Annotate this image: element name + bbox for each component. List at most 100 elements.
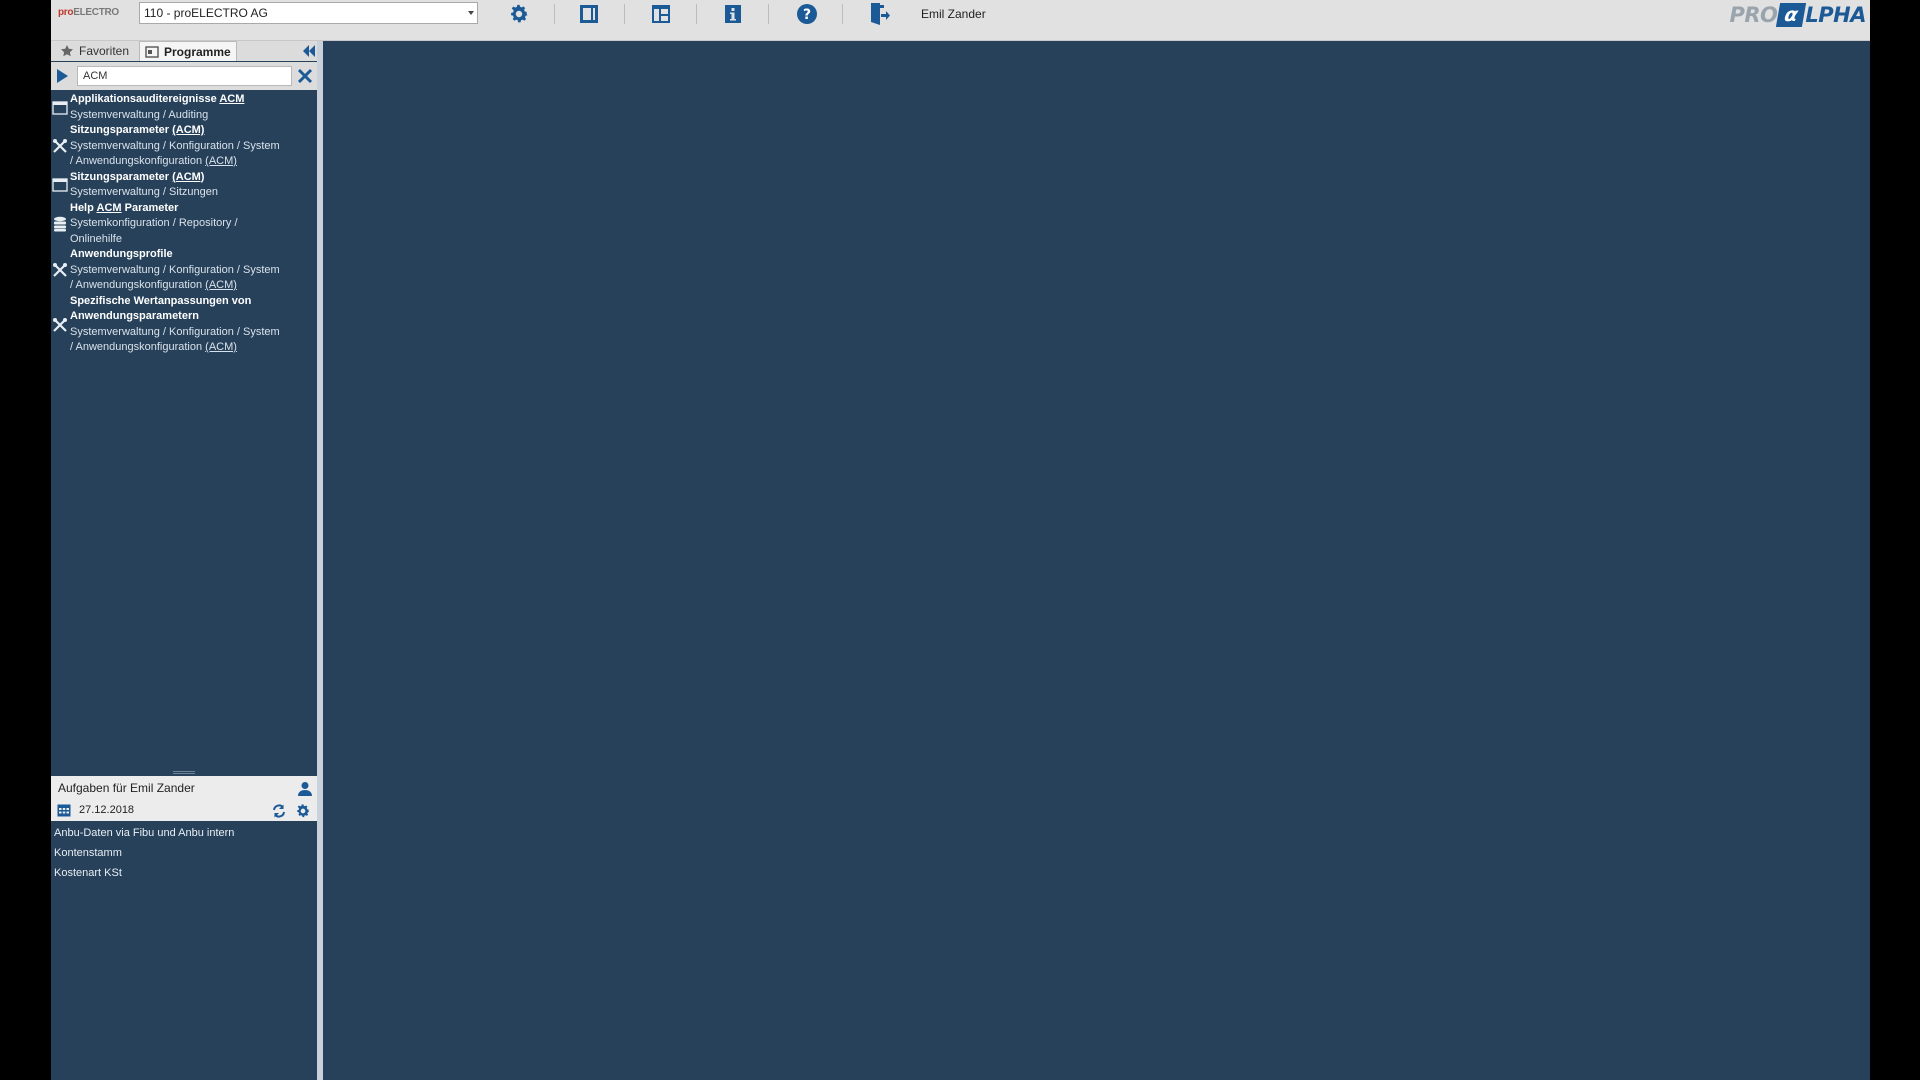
clear-search-button[interactable]	[297, 68, 313, 84]
window-icon	[52, 100, 68, 116]
splitter-handle[interactable]	[173, 771, 195, 774]
result-path: Systemverwaltung / Auditing	[70, 108, 311, 124]
result-path: / Anwendungskonfiguration (ACM)	[70, 340, 311, 356]
search-result-item[interactable]: Sitzungsparameter (ACM) Systemverwaltung …	[51, 170, 317, 201]
result-path: Systemverwaltung / Sitzungen	[70, 185, 311, 201]
result-title: Sitzungsparameter (ACM)	[70, 170, 311, 186]
toolbar-separator	[696, 4, 697, 24]
tasks-settings-button[interactable]	[295, 803, 311, 819]
search-match-highlight: ACM	[96, 201, 122, 214]
navigation-panel: Favoriten Programme ACM Applikationsaudi…	[51, 41, 317, 1080]
tab-label: Favoriten	[79, 44, 130, 58]
calendar-glyph-icon	[57, 804, 71, 817]
layout-icon	[652, 5, 670, 23]
result-path: / Anwendungskonfiguration (ACM)	[70, 278, 311, 294]
result-text: Systemverwaltung / Auditing	[70, 108, 209, 121]
tasks-panel: Aufgaben für Emil Zander 27.12.2018 Anbu…	[51, 776, 317, 1080]
tab-label: Programme	[164, 44, 231, 59]
result-text: Systemverwaltung / Konfiguration / Syste…	[70, 139, 280, 152]
user-name: Emil Zander	[921, 7, 986, 21]
play-icon	[57, 69, 68, 83]
close-icon	[297, 68, 313, 84]
user-icon[interactable]	[297, 781, 313, 797]
brand-logo: PRO α LPHA	[1729, 3, 1866, 27]
toolbar-separator	[554, 4, 555, 24]
tab-programme[interactable]: Programme	[139, 41, 237, 61]
double-chevron-left-icon	[303, 45, 315, 57]
nav-tabs: Favoriten Programme	[51, 41, 317, 61]
calendar-icon[interactable]	[57, 803, 71, 817]
result-text: / Anwendungskonfiguration	[70, 279, 206, 291]
result-text: / Anwendungskonfiguration	[70, 155, 206, 167]
programs-icon	[145, 45, 159, 58]
main-workspace	[323, 41, 1870, 1080]
result-text: Systemkonfiguration / Repository /	[70, 217, 238, 229]
result-title: Applikationsauditereignisse ACM	[70, 92, 311, 108]
tasks-title: Aufgaben für Emil Zander	[58, 781, 195, 795]
logout-icon	[871, 3, 890, 25]
result-text: Systemverwaltung / Sitzungen	[70, 186, 218, 198]
application-window: proELECTRO 110 - proELECTRO AG ? Emil Za…	[51, 0, 1870, 1080]
client-select[interactable]: 110 - proELECTRO AG	[139, 2, 478, 24]
search-match-highlight: (ACM)	[205, 155, 237, 167]
search-match-highlight: (ACM)	[172, 170, 205, 183]
gear-icon	[297, 804, 310, 818]
result-text: Sitzungsparameter	[70, 170, 173, 183]
search-match-highlight: (ACM)	[205, 341, 237, 353]
search-result-item[interactable]: Anwendungsprofile Systemverwaltung / Konf…	[51, 247, 317, 294]
result-text: Parameter	[121, 201, 179, 214]
refresh-icon	[273, 804, 285, 818]
toolbar-separator	[624, 4, 625, 24]
result-path: Systemverwaltung / Konfiguration / Syste…	[70, 139, 311, 155]
logout-button[interactable]	[864, 1, 894, 27]
result-title: Anwendungsprofile	[70, 247, 311, 263]
layout-button[interactable]	[646, 1, 676, 27]
company-logo: proELECTRO	[58, 7, 119, 18]
result-text: Help	[70, 201, 97, 214]
help-icon: ?	[797, 4, 817, 24]
tab-favoriten[interactable]: Favoriten	[55, 41, 134, 61]
search-result-item[interactable]: Spezifische Wertanpassungen von Anwendun…	[51, 294, 317, 356]
toolbar-separator	[842, 4, 843, 24]
result-text: Applikationsauditereignisse	[70, 93, 220, 105]
search-result-item[interactable]: Help ACM Parameter Systemkonfiguration / …	[51, 201, 317, 248]
tasks-date: 27.12.2018	[79, 804, 135, 816]
result-path: Systemkonfiguration / Repository /	[70, 216, 311, 232]
star-icon	[61, 45, 73, 57]
top-toolbar: proELECTRO 110 - proELECTRO AG ? Emil Za…	[51, 0, 1870, 41]
search-result-item[interactable]: Applikationsauditereignisse ACM Systemver…	[51, 92, 317, 123]
collapse-panel-button[interactable]	[301, 43, 317, 59]
result-text: Systemverwaltung / Konfiguration / Syste…	[70, 325, 280, 338]
search-input[interactable]	[77, 66, 292, 86]
search-match-highlight: ACM	[219, 93, 245, 105]
task-item[interactable]: Kontenstamm	[51, 843, 317, 863]
result-text: Sitzungsparameter	[70, 124, 173, 136]
chevron-down-icon[interactable]	[468, 11, 474, 15]
info-button[interactable]	[718, 1, 748, 27]
task-item[interactable]: Kostenart KSt	[51, 863, 317, 883]
task-item[interactable]: Anbu-Daten via Fibu und Anbu intern	[51, 823, 317, 843]
help-button[interactable]: ?	[792, 1, 822, 27]
tools-icon	[52, 138, 68, 154]
result-path: Onlinehilfe	[70, 232, 311, 248]
search-result-item[interactable]: Sitzungsparameter (ACM) Systemverwaltung …	[51, 123, 317, 170]
search-match-highlight: (ACM)	[205, 279, 237, 291]
run-button[interactable]	[55, 68, 69, 84]
result-path: Systemverwaltung / Konfiguration / Syste…	[70, 325, 311, 341]
result-path: / Anwendungskonfiguration (ACM)	[70, 154, 311, 170]
result-path: Systemverwaltung / Konfiguration / Syste…	[70, 263, 311, 279]
single-panel-icon	[580, 5, 598, 23]
single-panel-button[interactable]	[574, 1, 604, 27]
window-icon	[52, 177, 68, 193]
settings-button[interactable]	[504, 1, 534, 27]
svg-text:?: ?	[803, 7, 811, 23]
search-row	[51, 62, 317, 90]
result-text: Spezifische Wertanpassungen von Anwendun…	[70, 294, 252, 323]
result-title: Sitzungsparameter (ACM)	[70, 123, 311, 139]
toolbar-separator	[768, 4, 769, 24]
result-text: Systemverwaltung / Konfiguration / Syste…	[70, 263, 280, 276]
refresh-button[interactable]	[271, 803, 287, 819]
gear-icon	[511, 4, 528, 23]
search-results-list: Applikationsauditereignisse ACM Systemver…	[51, 92, 317, 356]
result-title: Spezifische Wertanpassungen von Anwendun…	[70, 294, 311, 325]
